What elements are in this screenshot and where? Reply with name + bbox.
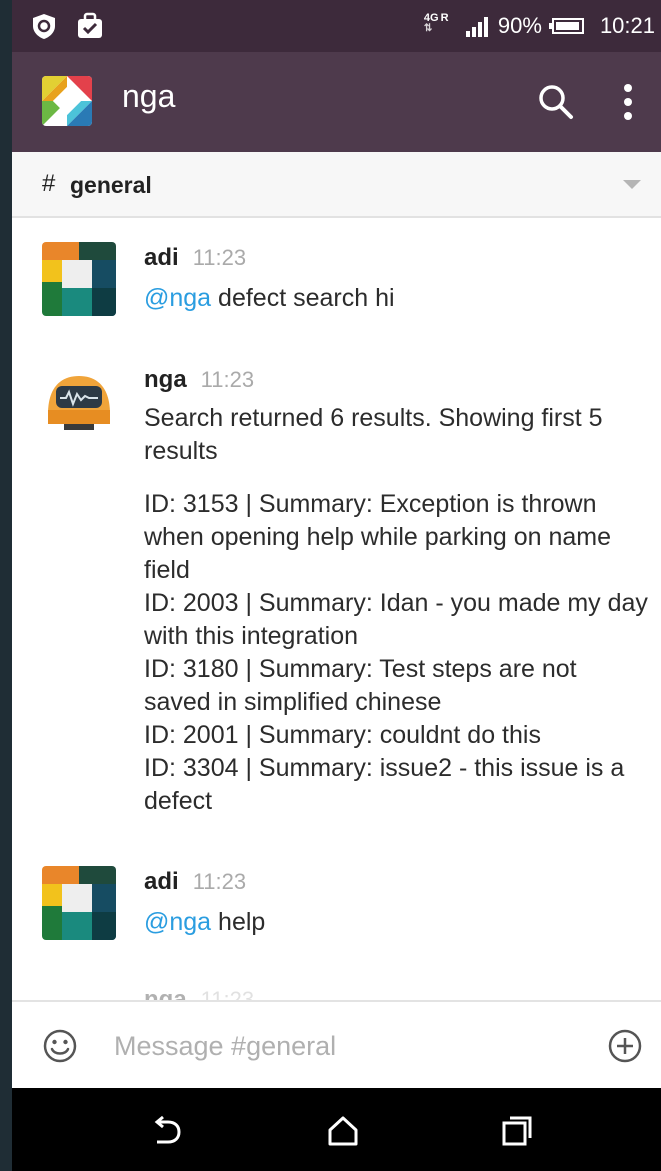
screen-edge [0, 0, 12, 1171]
back-icon[interactable] [150, 1114, 184, 1148]
message-text: @nga defect search hi [144, 282, 649, 315]
channel-name: general [70, 172, 152, 198]
team-logo[interactable] [42, 76, 92, 126]
mention-link[interactable]: @nga [144, 908, 211, 936]
channel-hash-icon: # [42, 170, 56, 197]
battery-icon [548, 18, 584, 34]
mention-link[interactable]: @nga [144, 284, 211, 312]
emoji-icon[interactable] [42, 1028, 78, 1064]
team-name[interactable]: nga [122, 78, 175, 115]
chevron-down-icon[interactable] [623, 180, 641, 189]
system-nav-bar [12, 1088, 661, 1171]
signal-icon [465, 15, 488, 37]
bot-avatar[interactable] [42, 364, 116, 438]
status-bar: 4G R ⇅ 90% 10:21 [12, 0, 661, 52]
message-content: defect search hi [211, 284, 395, 312]
result-item: ID: 2001 | Summary: couldnt do this [144, 721, 541, 749]
message-content: help [211, 908, 266, 936]
add-attachment-icon[interactable] [607, 1028, 643, 1064]
results-list: ID: 3153 | Summary: Exception is thrown … [144, 488, 649, 818]
bot-avatar[interactable] [42, 992, 116, 1000]
search-summary: Search returned 6 results. Showing first… [144, 404, 603, 465]
message-text: @nga help [144, 906, 649, 939]
roaming-label: R [440, 12, 449, 24]
search-icon[interactable] [536, 82, 576, 122]
result-item: ID: 3153 | Summary: Exception is thrown … [144, 490, 611, 584]
message-author[interactable]: adi [144, 868, 179, 895]
message-time: 11:23 [200, 367, 255, 392]
result-item: ID: 2003 | Summary: Idan - you made my d… [144, 589, 648, 650]
message-time: 11:23 [192, 245, 247, 270]
channel-header[interactable]: # general [12, 152, 661, 218]
battery-percent: 90% [497, 13, 542, 38]
avatar[interactable] [42, 866, 116, 940]
vpn-shield-icon [30, 12, 58, 40]
work-briefcase-icon [76, 12, 104, 40]
message-time: 11:23 [192, 869, 247, 894]
message-text: Search returned 6 results. Showing first… [144, 402, 649, 818]
recents-icon[interactable] [500, 1114, 534, 1148]
message-composer [12, 1000, 661, 1088]
result-item: ID: 3180 | Summary: Test steps are not s… [144, 655, 577, 716]
result-item: ID: 3304 | Summary: issue2 - this issue … [144, 754, 625, 815]
message-list[interactable]: adi 11:23 @nga defect search hi nga 11:23 … [12, 218, 661, 1000]
app-bar: nga [12, 52, 661, 152]
clock: 10:21 [599, 13, 655, 38]
message-input[interactable] [114, 1024, 584, 1068]
message-time: 11:23 [200, 987, 255, 1000]
message-author[interactable]: adi [144, 244, 179, 271]
avatar[interactable] [42, 242, 116, 316]
network-indicator: 4G R ⇅ [424, 13, 456, 39]
home-icon[interactable] [326, 1114, 360, 1148]
message-author[interactable]: nga [144, 986, 187, 1000]
overflow-menu-icon[interactable] [616, 82, 640, 122]
message-author[interactable]: nga [144, 366, 187, 393]
data-arrows-icon: ⇅ [423, 23, 433, 34]
